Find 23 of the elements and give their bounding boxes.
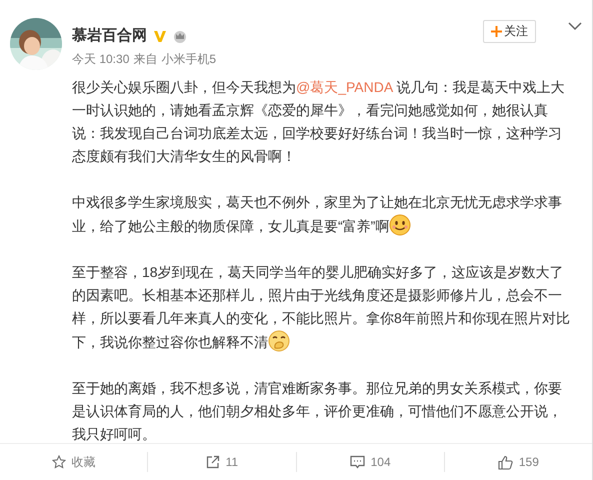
post-paragraph: 中戏很多学生家境殷实，葛天也不例外，家里为了让她在北京无忧无虑求学求事业，给了她公主般的物质保障，女儿真是要“富养”啊 [72,193,563,238]
smiley-icon [389,214,412,236]
mention-link[interactable]: @葛天_PANDA [296,79,392,95]
post-paragraph: 至于她的离婚，我不想多说，清官难断家务事。那位兄弟的男女关系模式，你要是认识体育局的人，他们朝夕相处多年，评价更准确，可惜他们不愿意公开说，我只好呵呵。 [72,379,563,444]
device-link[interactable]: 小米手机5 [161,51,216,68]
share-icon [206,455,220,469]
like-action[interactable]: 159 [444,452,592,472]
post-time[interactable]: 今天 10:30 [72,51,130,68]
crown-icon [173,28,187,42]
user-name[interactable]: 慕岩百合网 [72,26,147,45]
star-icon [52,455,66,469]
post-paragraph: 至于整容，18岁到现在，葛天同学当年的婴儿肥确实好多了，这应该是岁数大了的因素吧。长相基本还那样儿，照片由于光线角度还是摄影师修片儿，总会不一样，所以要看几年来真人的变化，不能比照片。拿你8年前照片和你现在照片对比下，我说你整过容你也解释不清 [72,263,570,354]
plus-icon [491,26,502,37]
thumbs-up-icon [498,454,513,470]
chevron-down-icon[interactable] [568,22,582,31]
repost-action[interactable]: 11 [148,452,296,472]
comment-icon [350,455,365,469]
post-paragraph: 很少关心娱乐圈八卦，但今天我想为@葛天_PANDA 说几句：我是葛天中戏上大一时认识她的，请她看孟京辉《恋爱的犀牛》，看完问她感觉如何，她很认真说：我发现自己台词功底差太远，回学校要好好练台词！我当时一惊，这种学习态度颇有我们大清华女生的风骨啊！ [72,78,566,166]
post-source: 来自 [133,51,158,68]
giggle-icon [268,330,290,352]
favorite-action[interactable]: 收藏 [0,452,148,472]
follow-button[interactable]: 关注 [483,20,536,43]
comment-action[interactable]: 104 [296,452,445,472]
